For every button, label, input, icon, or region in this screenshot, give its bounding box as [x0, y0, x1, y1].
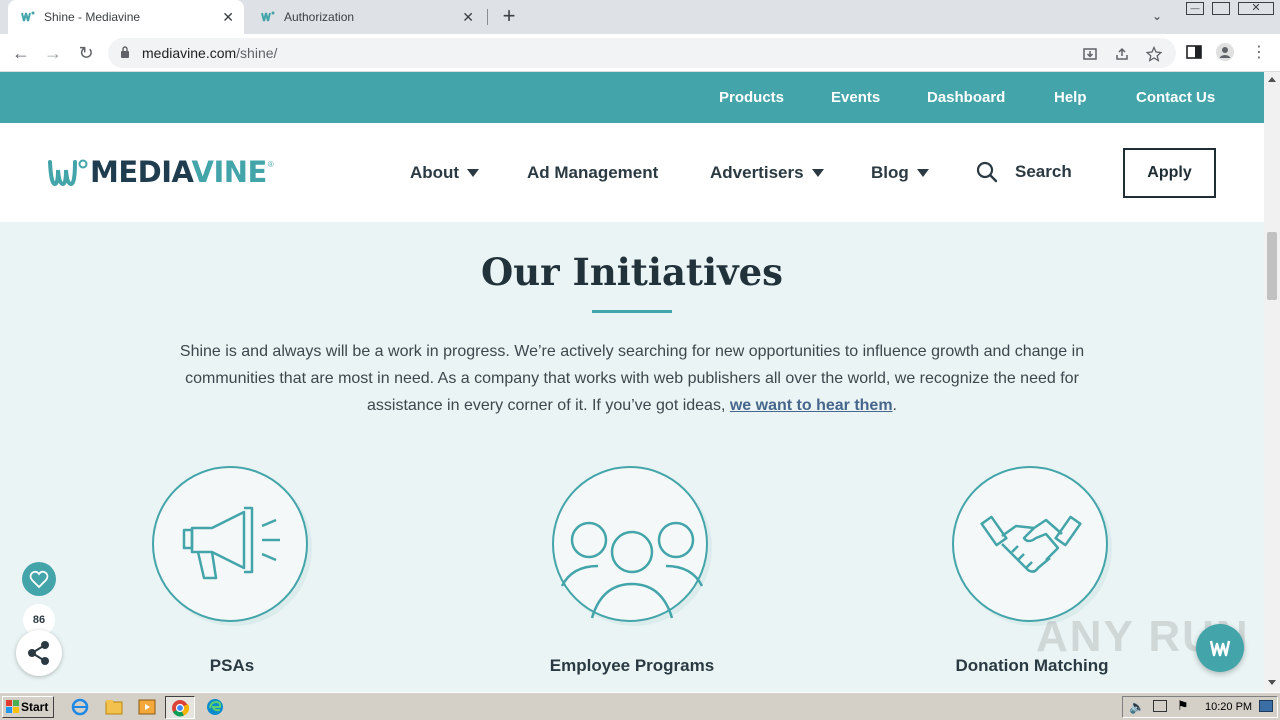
intro-paragraph: Shine is and always will be a work in pr… [152, 338, 1112, 419]
url-text: mediavine.com/shine/ [142, 45, 277, 61]
search-icon [976, 161, 998, 183]
tab-title: Shine - Mediavine [44, 10, 141, 24]
nav-search[interactable]: Search [976, 161, 1072, 183]
tab-shine-mediavine[interactable]: Shine - Mediavine ✕ [8, 0, 244, 34]
initiative-icon-circle [152, 466, 308, 622]
side-panel-icon[interactable] [1185, 43, 1203, 61]
nav-advertisers-label: Advertisers [710, 163, 804, 182]
apply-button[interactable]: Apply [1123, 148, 1216, 198]
mediavine-favicon-icon [21, 11, 35, 22]
volume-icon[interactable]: 🔈 [1129, 699, 1145, 715]
initiative-icon-circle [952, 466, 1108, 622]
bookmark-star-icon[interactable] [1146, 46, 1162, 62]
nav-ad-management-label: Ad Management [527, 163, 659, 182]
address-bar[interactable]: mediavine.com/shine/ [108, 38, 1176, 68]
back-arrow-icon[interactable]: ← [10, 42, 32, 64]
show-desktop-icon[interactable] [1259, 700, 1273, 712]
windows-logo-icon [6, 700, 19, 713]
caret-down-icon [467, 169, 480, 177]
initiative-label: Employee Programs [549, 656, 715, 675]
minimize-button[interactable]: — [1186, 2, 1204, 15]
logo-wordmark: MEDIAVINE [90, 156, 267, 188]
mediavine-favicon-icon [261, 11, 275, 22]
nav-blog[interactable]: Blog [871, 163, 929, 183]
tab-authorization[interactable]: Authorization ✕ [248, 0, 484, 34]
initiative-icon-circle [552, 466, 708, 622]
forward-arrow-icon[interactable]: → [42, 42, 64, 64]
page-scrollbar[interactable] [1264, 72, 1280, 692]
logo-text-vine: VINE [191, 155, 268, 189]
share-icon [28, 641, 49, 665]
nav-about[interactable]: About [410, 163, 480, 183]
lock-icon [121, 46, 129, 58]
title-underline [592, 310, 672, 313]
mediavine-logo[interactable]: MEDIAVINE ® [48, 156, 274, 188]
initiative-label: PSAs [209, 656, 255, 675]
intro-end: . [892, 397, 897, 414]
topnav-contact-us[interactable]: Contact Us [1136, 89, 1215, 106]
browser-menu-icon[interactable]: ⋮ [1248, 42, 1270, 64]
megaphone-icon [182, 506, 280, 580]
action-center-flag-icon[interactable]: ⚑ [1177, 698, 1189, 714]
nav-about-label: About [410, 163, 460, 182]
nav-blog-label: Blog [871, 163, 909, 182]
caret-down-icon [916, 169, 929, 177]
main-header: MEDIAVINE ® About Ad Management Advertis… [0, 123, 1264, 222]
heart-icon [29, 570, 49, 589]
handshake-icon [980, 515, 1082, 573]
hear-from-you-link[interactable]: we want to hear them [730, 397, 893, 414]
share-button[interactable] [16, 630, 62, 676]
close-tab-icon[interactable]: ✕ [222, 9, 234, 26]
profile-avatar-icon[interactable] [1216, 43, 1234, 61]
nav-search-label: Search [1015, 162, 1072, 181]
share-page-icon[interactable] [1114, 46, 1130, 62]
internet-explorer-icon[interactable] [70, 697, 90, 717]
reload-icon[interactable]: ↻ [75, 42, 97, 64]
taskbar-chrome-active[interactable] [165, 696, 195, 719]
new-tab-button[interactable]: + [498, 5, 520, 27]
nav-ad-management[interactable]: Ad Management [527, 163, 658, 183]
chat-icon [1209, 640, 1231, 657]
tab-separator [487, 9, 488, 25]
intro-text: Shine is and always will be a work in pr… [179, 343, 1085, 414]
media-player-icon[interactable] [137, 697, 157, 717]
utility-nav: Products Events Dashboard Help Contact U… [0, 72, 1264, 123]
taskbar-clock: 10:20 PM [1205, 701, 1253, 713]
edge-icon[interactable] [205, 697, 225, 717]
logo-text-media: MEDIA [90, 155, 192, 189]
topnav-dashboard[interactable]: Dashboard [927, 89, 1005, 106]
network-icon[interactable] [1153, 700, 1167, 712]
mediavine-logo-mark-icon [48, 159, 88, 186]
page-viewport: Products Events Dashboard Help Contact U… [0, 72, 1264, 692]
like-button[interactable] [22, 562, 56, 596]
url-host: mediavine.com [142, 45, 237, 61]
registered-mark-icon: ® [267, 160, 274, 169]
nav-advertisers[interactable]: Advertisers [710, 163, 824, 183]
topnav-products[interactable]: Products [719, 89, 784, 106]
system-tray: 🔈 ⚑ 10:20 PM [1122, 696, 1278, 718]
scrollbar-thumb[interactable] [1267, 232, 1277, 300]
people-icon [560, 521, 704, 619]
caret-down-icon [811, 169, 824, 177]
browser-tab-strip: Shine - Mediavine ✕ Authorization ✕ + ⌄ … [0, 0, 1280, 34]
url-path: /shine/ [236, 45, 278, 61]
scroll-down-arrow-icon[interactable] [1268, 680, 1276, 685]
chat-launcher-button[interactable] [1196, 624, 1244, 672]
start-button[interactable]: Start [2, 696, 54, 718]
tab-title: Authorization [284, 10, 355, 24]
restore-button[interactable] [1212, 2, 1230, 15]
install-app-icon[interactable] [1082, 46, 1098, 62]
file-explorer-icon[interactable] [104, 697, 124, 717]
os-taskbar: Start 🔈 ⚑ 10:20 PM [0, 692, 1280, 720]
section-title: Our Initiatives [481, 250, 783, 294]
topnav-events[interactable]: Events [831, 89, 880, 106]
window-close-button[interactable]: ✕ [1238, 2, 1274, 15]
scroll-up-arrow-icon[interactable] [1268, 77, 1276, 82]
close-tab-icon[interactable]: ✕ [462, 9, 474, 26]
topnav-help[interactable]: Help [1054, 89, 1087, 106]
tab-search-chevron-icon[interactable]: ⌄ [1152, 9, 1162, 23]
start-label: Start [21, 700, 49, 714]
chrome-icon [172, 700, 190, 717]
browser-toolbar: ← → ↻ mediavine.com/shine/ ⋮ [0, 34, 1280, 72]
